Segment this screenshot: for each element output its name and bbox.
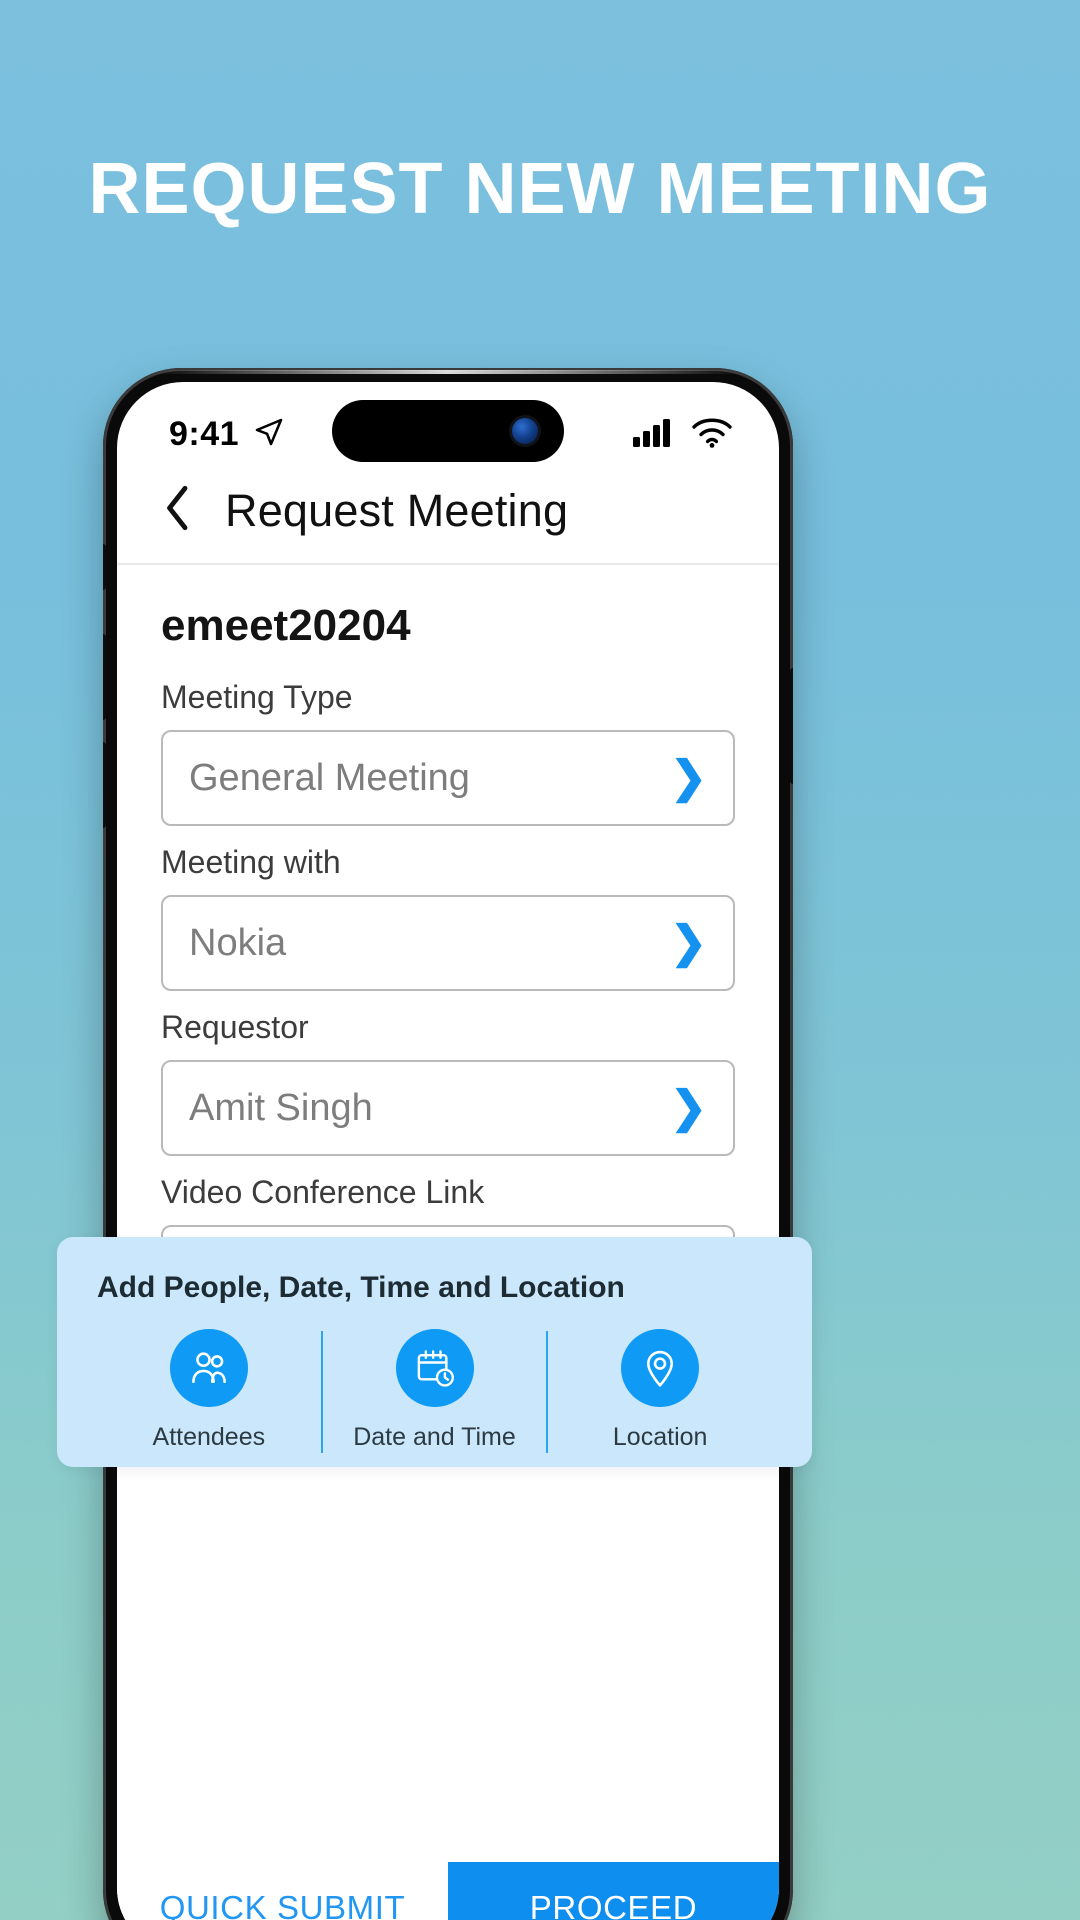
field-value: General Meeting (189, 756, 470, 799)
dynamic-island (332, 400, 564, 462)
field-label: Video Conference Link (161, 1174, 485, 1210)
bottom-action-bar: QUICK SUBMIT PROCEED (117, 1862, 779, 1920)
field-label: Meeting with (161, 844, 341, 880)
add-details-row: Attendees Date and Time Location (97, 1329, 772, 1453)
action-attendees[interactable]: Attendees (97, 1329, 321, 1452)
status-bar-left: 9:41 (169, 415, 285, 454)
status-bar-right (633, 416, 733, 453)
chevron-right-icon[interactable]: ❯ (670, 921, 707, 965)
calendar-clock-icon (395, 1329, 474, 1407)
action-date-and-time[interactable]: Date and Time (323, 1329, 547, 1452)
add-details-card: Add People, Date, Time and Location Atte… (57, 1237, 812, 1467)
status-time: 9:41 (169, 414, 240, 453)
navigation-header: Request Meeting (117, 468, 779, 563)
phone-screen: 9:41 Request Meeting emeet20204 Meeting … (117, 382, 779, 1920)
status-bar: 9:41 (117, 382, 779, 468)
quick-submit-button[interactable]: QUICK SUBMIT (117, 1862, 448, 1920)
field-input-requestor[interactable]: Amit Singh ❯ (161, 1060, 735, 1156)
action-location[interactable]: Location (548, 1329, 772, 1452)
people-icon (169, 1329, 248, 1407)
chevron-right-icon[interactable]: ❯ (670, 756, 707, 800)
form-content: emeet20204 Meeting Type General Meeting … (117, 565, 779, 1321)
phone-mockup: 9:41 Request Meeting emeet20204 Meeting … (103, 368, 793, 1920)
form-fields: Meeting Type General Meeting ❯ Meeting w… (117, 679, 779, 1321)
field-meeting-with: Meeting with Nokia ❯ (161, 844, 735, 991)
field-label: Meeting Type (161, 679, 353, 715)
phone-volume-down[interactable] (103, 742, 106, 828)
location-pin-icon (621, 1329, 700, 1407)
meeting-id: emeet20204 (161, 601, 411, 650)
wifi-icon (691, 416, 733, 453)
nav-title: Request Meeting (225, 484, 569, 536)
field-label: Requestor (161, 1009, 309, 1045)
cellular-signal-icon (633, 417, 673, 452)
phone-volume-up[interactable] (103, 634, 106, 720)
field-meeting-type: Meeting Type General Meeting ❯ (161, 679, 735, 826)
proceed-button[interactable]: PROCEED (448, 1862, 779, 1920)
front-camera-icon (512, 418, 538, 444)
field-input-meeting-with[interactable]: Nokia ❯ (161, 895, 735, 991)
action-label: Attendees (152, 1423, 266, 1451)
phone-mute-switch[interactable] (103, 544, 106, 590)
chevron-right-icon[interactable]: ❯ (670, 1086, 707, 1130)
back-chevron-icon[interactable] (161, 484, 195, 537)
field-value: Amit Singh (189, 1086, 373, 1129)
field-requestor: Requestor Amit Singh ❯ (161, 1009, 735, 1156)
page-title: Request New Meeting (88, 149, 992, 229)
field-input-meeting-type[interactable]: General Meeting ❯ (161, 730, 735, 826)
action-label: Date and Time (353, 1423, 516, 1451)
location-arrow-icon (253, 416, 285, 453)
add-details-title: Add People, Date, Time and Location (97, 1271, 625, 1304)
field-value: Nokia (189, 921, 287, 964)
phone-power-button[interactable] (790, 668, 793, 784)
action-label: Location (612, 1423, 708, 1451)
